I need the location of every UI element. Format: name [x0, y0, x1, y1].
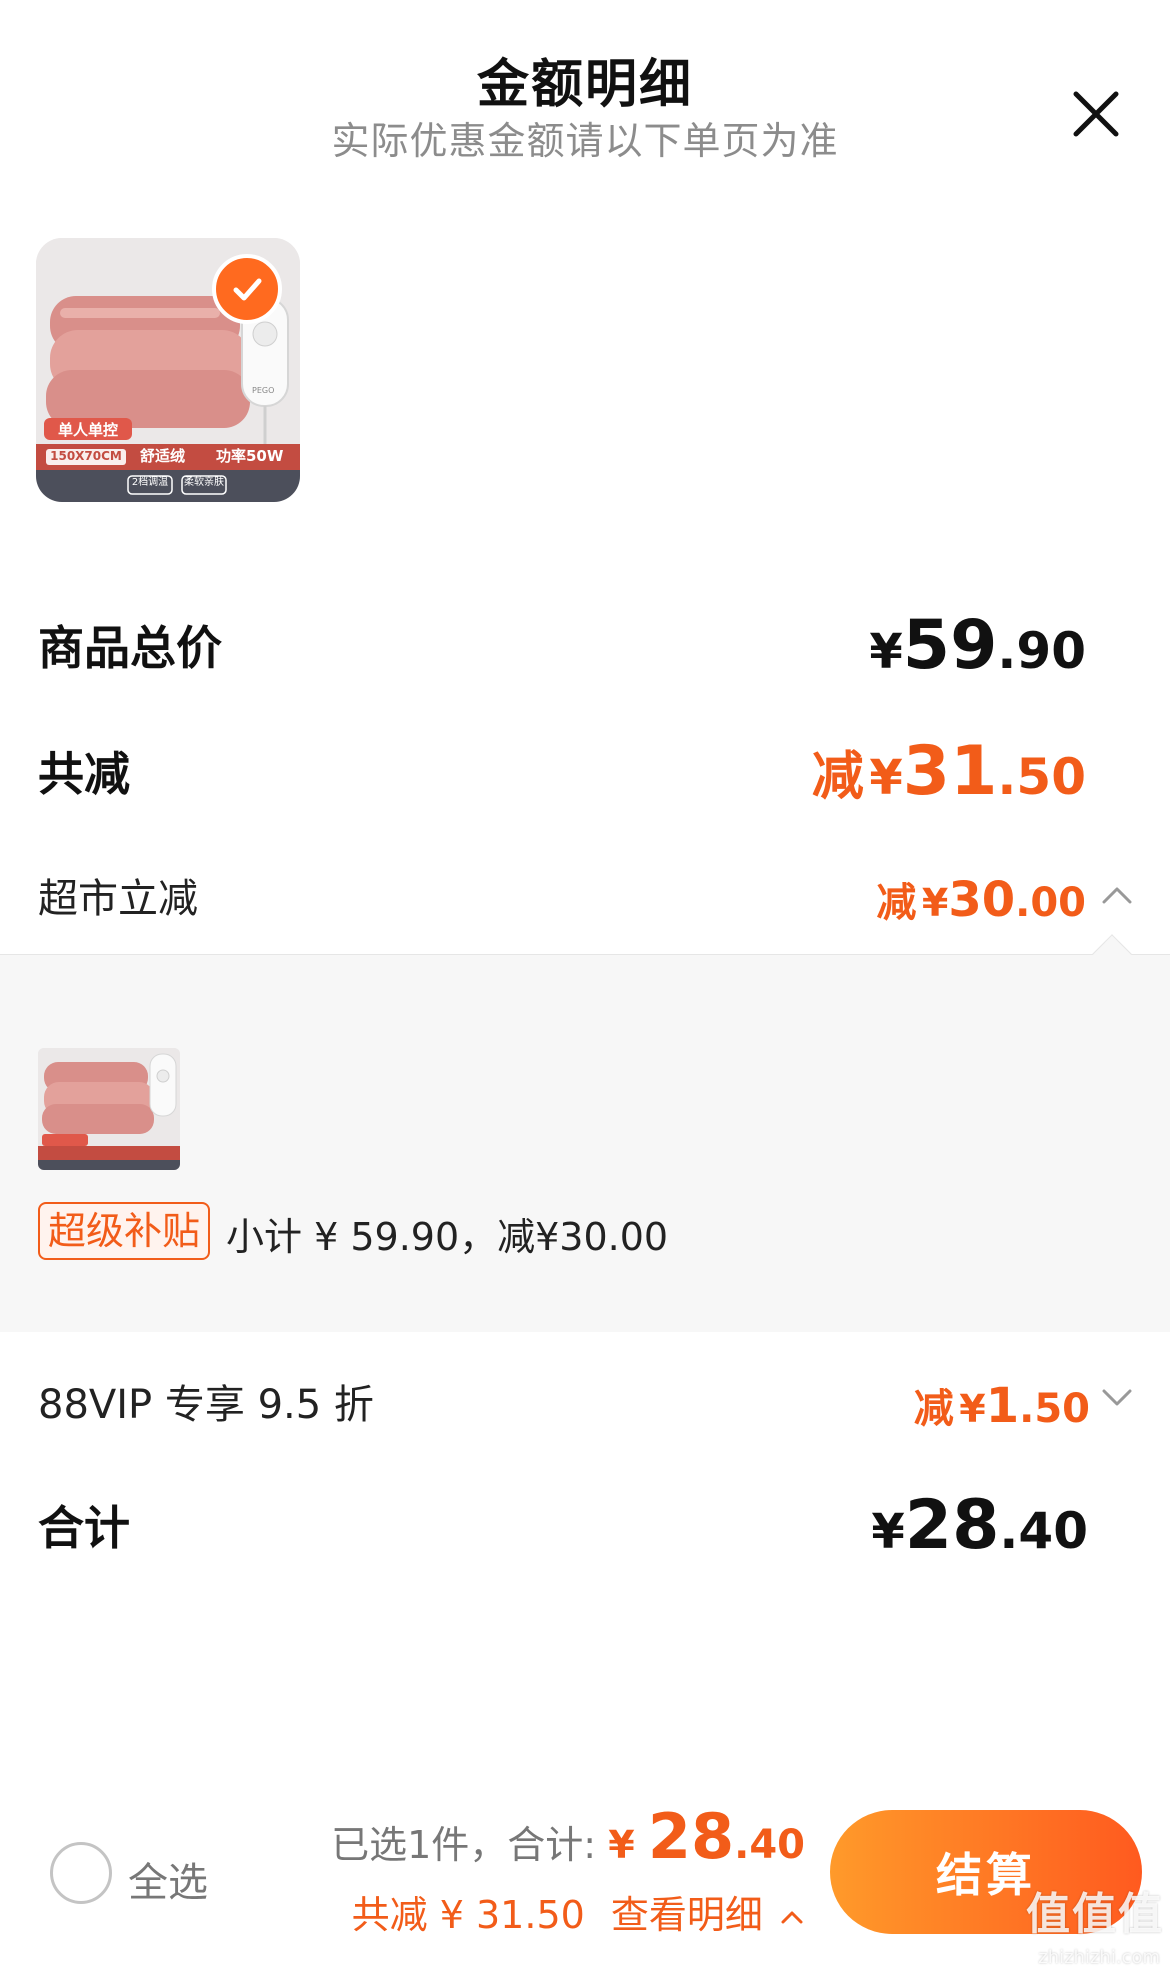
grand-total-label: 合计	[38, 1501, 130, 1555]
supermarket-discount-dec: .00	[1015, 880, 1086, 926]
grand-total-int: 28	[904, 1486, 1000, 1565]
detail-subtotal: 小计 ¥ 59.90，减¥30.00	[226, 1215, 669, 1259]
saved-summary[interactable]: 共减 ¥ 31.50 查看明细	[352, 1884, 805, 1939]
supermarket-discount-label: 超市立减	[38, 876, 198, 922]
currency-symbol: ¥	[869, 750, 903, 806]
currency-symbol: ¥	[959, 1387, 986, 1431]
total-discount-int: 31	[902, 732, 998, 811]
chevron-up-icon	[781, 1911, 803, 1923]
total-discount-label: 共减	[38, 747, 130, 801]
chevron-up-icon[interactable]	[1100, 878, 1134, 912]
vip-discount-dec: .50	[1019, 1386, 1090, 1432]
electric-blanket-image	[38, 1048, 180, 1170]
currency-symbol: ¥	[871, 1504, 905, 1560]
close-icon[interactable]	[1066, 84, 1126, 144]
amount-detail-sheet: 金额明细 实际优惠金额请以下单页为准 单人单控 150X70CM 舒适绒 功率5…	[0, 0, 1170, 1972]
product-spec-mode: 2档调温	[131, 477, 169, 488]
watermark-url: zhizhizhi.com	[1038, 1947, 1160, 1968]
bottom-total-int: 28	[647, 1800, 735, 1873]
supermarket-discount-value[interactable]: 减 ¥30.00	[876, 870, 1086, 928]
grand-total-dec: .40	[999, 1502, 1088, 1560]
product-spec-power: 功率50W	[216, 447, 284, 465]
product-spec-size: 150X70CM	[50, 449, 122, 463]
product-brand: PEGO	[252, 386, 275, 395]
selected-prefix: 已选1件，合计:	[331, 1823, 609, 1867]
total-price-int: 59	[902, 606, 998, 685]
super-subsidy-tag: 超级补贴	[38, 1202, 211, 1260]
detail-product-thumbnail	[38, 1048, 180, 1170]
product-spec-soft: 柔软亲肤	[184, 477, 224, 488]
vip-discount-value[interactable]: 减 ¥1.50	[914, 1376, 1090, 1434]
discount-prefix: 减	[913, 1386, 954, 1432]
selected-check-icon[interactable]	[212, 254, 282, 324]
selected-summary: 已选1件，合计: ¥ 28.40	[331, 1800, 805, 1873]
currency-symbol: ¥	[921, 881, 949, 925]
bottom-total-dec: .40	[734, 1822, 805, 1868]
total-price-dec: .90	[997, 622, 1086, 680]
watermark-logo: 值值值	[1026, 1889, 1164, 1940]
vip-discount-label: 88VIP 专享 9.5 折	[38, 1382, 374, 1428]
total-price-value: ¥59.90	[869, 606, 1086, 685]
grand-total-value: ¥28.40	[871, 1486, 1088, 1565]
sheet-title: 金额明细	[476, 55, 693, 115]
currency-symbol: ¥	[869, 624, 903, 680]
supermarket-discount-int: 30	[948, 872, 1016, 928]
discount-prefix: 减	[811, 747, 864, 807]
sheet-subtitle: 实际优惠金额请以下单页为准	[331, 119, 839, 163]
select-all-label[interactable]: 全选	[128, 1850, 208, 1908]
vip-discount-int: 1	[985, 1378, 1020, 1434]
view-detail-link[interactable]: 查看明细	[611, 1893, 763, 1937]
currency-symbol: ¥	[608, 1823, 648, 1867]
discount-prefix: 减	[876, 880, 917, 926]
chevron-down-icon[interactable]	[1100, 1380, 1134, 1414]
select-all-radio[interactable]	[50, 1842, 112, 1904]
total-price-label: 商品总价	[38, 621, 222, 675]
product-spec-material: 舒适绒	[140, 447, 186, 465]
total-discount-dec: .50	[997, 748, 1086, 806]
total-discount-value: 减 ¥31.50	[812, 732, 1086, 811]
saved-amount: 共减 ¥ 31.50	[351, 1893, 585, 1937]
product-tag-single: 单人单控	[57, 421, 118, 439]
